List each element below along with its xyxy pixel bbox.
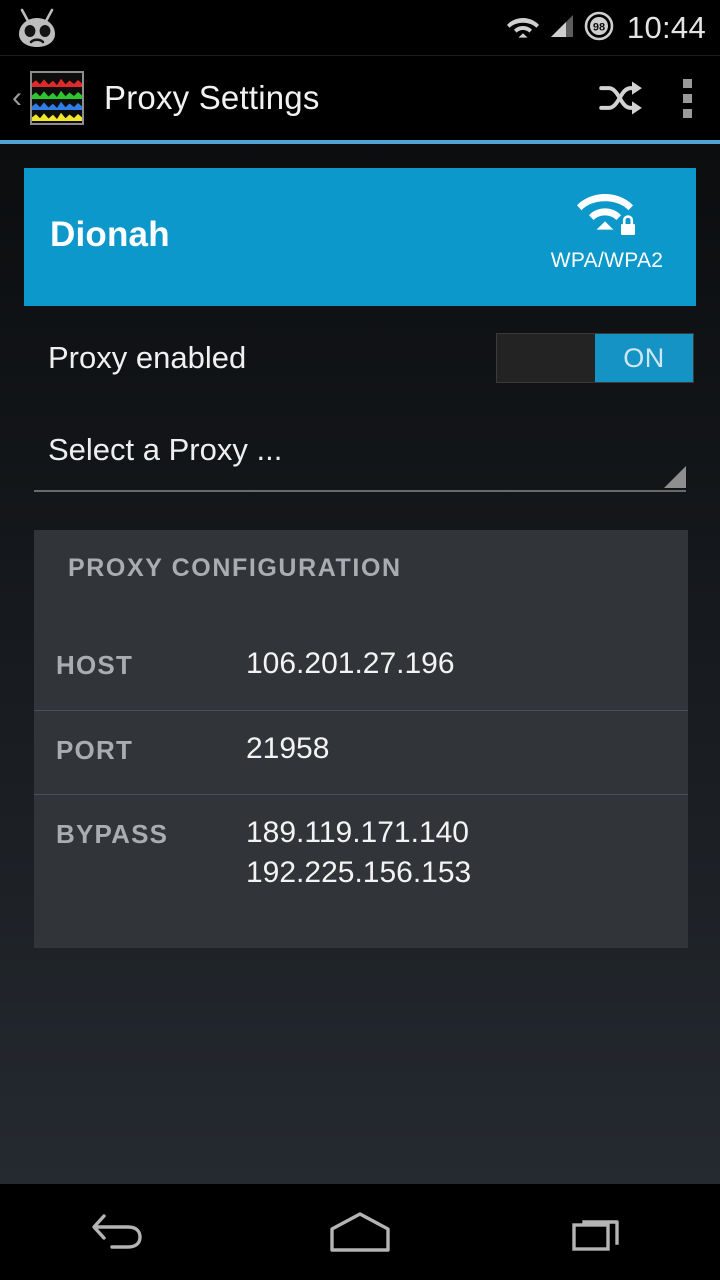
config-row[interactable]: HOST 106.201.27.196	[34, 626, 688, 710]
proxy-select-spinner[interactable]: Select a Proxy ...	[34, 430, 686, 492]
config-row-label: PORT	[56, 735, 134, 765]
nav-back-icon[interactable]	[40, 1184, 200, 1280]
proxy-configuration-card: PROXY CONFIGURATION HOST 106.201.27.196 PO…	[34, 530, 688, 948]
config-row-value: 106.201.27.196	[246, 647, 455, 680]
overflow-menu-icon[interactable]	[654, 56, 720, 140]
cyanogenmod-mascot-icon	[14, 6, 60, 50]
navigation-bar	[0, 1184, 720, 1280]
wifi-icon	[506, 13, 540, 44]
config-row-value: 189.119.171.140	[246, 816, 469, 849]
main-content: Dionah WPA/WPA2 Proxy enabled ON Select …	[0, 144, 720, 1184]
action-bar: ‹ Proxy Settings	[0, 56, 720, 140]
wifi-security-label: WPA/WPA2	[550, 249, 664, 272]
config-row-values: 21958	[246, 711, 329, 769]
back-chevron-icon[interactable]: ‹	[6, 83, 28, 113]
proxy-configuration-rows: HOST 106.201.27.196 PORT 21958 BYPASS 189.119…	[34, 626, 688, 892]
wifi-security-badge: WPA/WPA2	[542, 192, 672, 273]
config-row-value: 21958	[246, 732, 330, 765]
cellular-signal-icon	[549, 13, 575, 44]
status-icons: 98 10:44	[506, 0, 706, 56]
proxy-enabled-row[interactable]: Proxy enabled ON	[0, 326, 720, 412]
config-row-label: BYPASS	[56, 819, 169, 849]
config-row-label: HOST	[56, 650, 134, 680]
status-clock: 10:44	[626, 10, 706, 45]
config-row-values: 106.201.27.196	[246, 626, 455, 684]
shuffle-icon[interactable]	[588, 56, 654, 140]
page-title: Proxy Settings	[104, 79, 320, 116]
android-screen: 98 10:44 ‹ Proxy Settings Dionah WPA/WPA…	[0, 0, 720, 1280]
proxy-select-value: Select a Proxy ...	[48, 432, 283, 467]
app-waveform-icon[interactable]	[30, 71, 84, 125]
proxy-configuration-title: PROXY CONFIGURATION	[68, 554, 402, 582]
nav-recents-icon[interactable]	[520, 1184, 680, 1280]
battery-circle-icon: 98	[584, 11, 614, 46]
wifi-ssid: Dionah	[50, 215, 170, 254]
config-row-value: 192.225.156.153	[246, 855, 472, 889]
dropdown-caret-icon	[664, 466, 686, 488]
config-row-values: 189.119.171.140 192.225.156.153	[246, 795, 471, 892]
proxy-enabled-switch[interactable]: ON	[496, 333, 694, 383]
battery-level-text: 98	[593, 21, 605, 33]
nav-home-icon[interactable]	[280, 1184, 440, 1280]
switch-thumb[interactable]: ON	[595, 334, 693, 382]
config-row[interactable]: PORT 21958	[34, 710, 688, 794]
proxy-enabled-label: Proxy enabled	[48, 340, 247, 375]
wifi-network-card[interactable]: Dionah WPA/WPA2	[24, 168, 696, 306]
status-bar: 98 10:44	[0, 0, 720, 56]
config-row[interactable]: BYPASS 189.119.171.140 192.225.156.153	[34, 794, 688, 892]
wifi-lock-icon	[577, 192, 637, 243]
action-bar-actions	[588, 56, 720, 140]
